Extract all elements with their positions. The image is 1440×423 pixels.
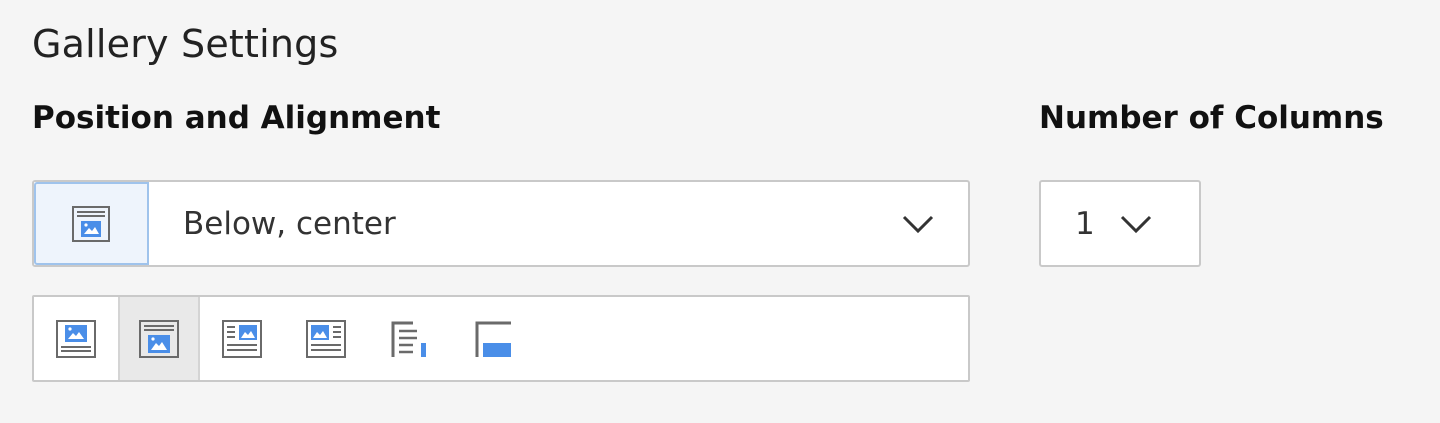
option-above-left[interactable] <box>284 297 368 380</box>
number-of-columns-label: Number of Columns <box>1039 100 1384 136</box>
below-center-icon <box>139 319 179 358</box>
option-intext-right[interactable] <box>368 297 452 380</box>
chevron-down-icon[interactable] <box>1119 214 1153 234</box>
chevron-down-icon[interactable] <box>868 182 968 265</box>
gallery-settings-panel: Gallery Settings Position and Alignment … <box>0 0 1440 423</box>
above-right-icon <box>222 319 262 358</box>
position-selected-value: Below, center <box>183 205 396 242</box>
selected-position-icon-box <box>34 182 149 265</box>
above-center-icon <box>56 319 96 358</box>
intext-right-icon <box>391 321 426 357</box>
position-alignment-label: Position and Alignment <box>32 100 441 136</box>
above-left-icon <box>306 319 346 358</box>
option-intext-left[interactable] <box>452 297 536 380</box>
position-alignment-select[interactable]: Below, center <box>32 180 970 267</box>
intext-left-icon <box>475 321 511 357</box>
columns-selected-value: 1 <box>1075 205 1095 242</box>
below-center-icon <box>71 205 110 242</box>
option-above-right[interactable] <box>200 297 284 380</box>
number-of-columns-select[interactable]: 1 <box>1039 180 1201 267</box>
position-option-bar <box>32 295 970 382</box>
option-below-center[interactable] <box>118 297 200 380</box>
section-title: Gallery Settings <box>32 22 339 66</box>
option-above-center[interactable] <box>34 297 118 380</box>
